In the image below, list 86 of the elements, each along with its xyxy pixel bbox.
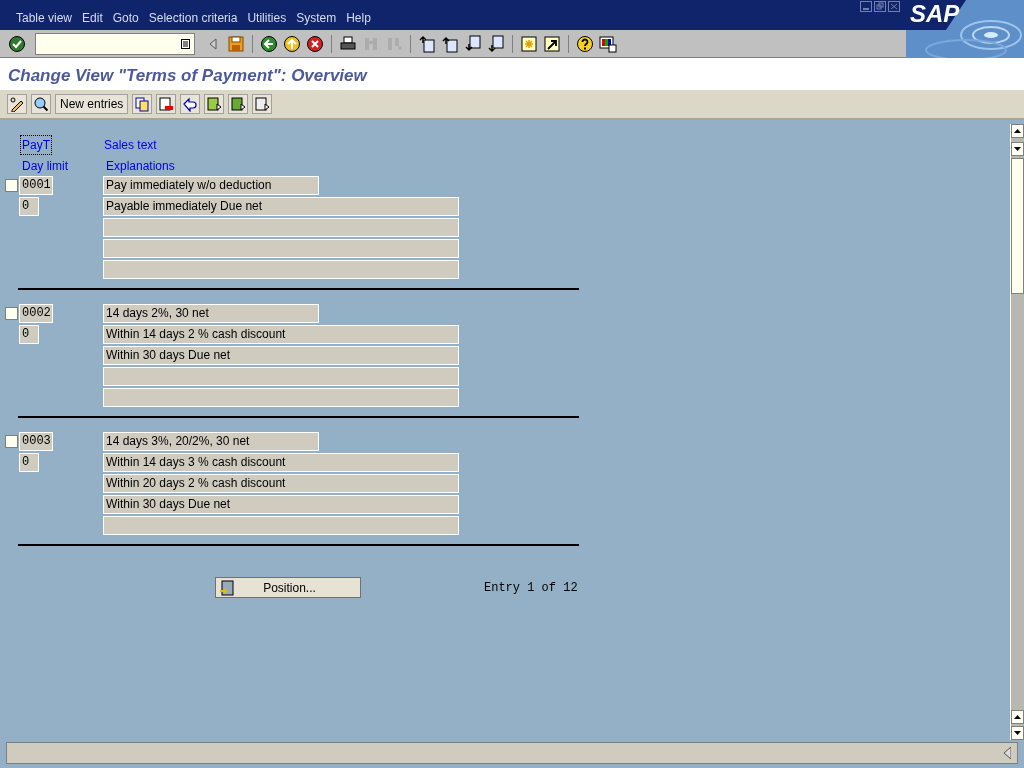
explanation-field[interactable]: Within 14 days 3 % cash discount bbox=[103, 453, 459, 472]
screen-title: Change View "Terms of Payment": Overview bbox=[8, 65, 367, 88]
undo-arrow-icon bbox=[182, 96, 199, 112]
page-up-icon[interactable] bbox=[441, 34, 459, 53]
page-down-icon[interactable] bbox=[464, 34, 482, 53]
cancel-icon[interactable] bbox=[306, 34, 324, 53]
explanation-field[interactable]: Within 20 days 2 % cash discount bbox=[103, 474, 459, 493]
menu-item[interactable]: Edit bbox=[78, 9, 107, 27]
explanation-field[interactable] bbox=[103, 388, 459, 407]
toolbar-button[interactable] bbox=[252, 94, 273, 114]
sales-text-field[interactable]: Pay immediately w/o deduction bbox=[103, 176, 319, 195]
toolbar-button[interactable] bbox=[132, 94, 153, 114]
payment-term-field[interactable]: 0002 bbox=[19, 304, 53, 323]
delete-row-icon bbox=[158, 96, 175, 112]
scroll-down-button[interactable] bbox=[1011, 142, 1024, 156]
payment-term-field[interactable]: 0003 bbox=[19, 432, 53, 451]
explanation-field[interactable]: Payable immediately Due net bbox=[103, 197, 459, 216]
day-limit-field[interactable]: 0 bbox=[19, 197, 39, 216]
day-limit-field[interactable]: 0 bbox=[19, 453, 39, 472]
position-icon bbox=[219, 579, 235, 596]
scroll-thumb[interactable] bbox=[1011, 158, 1024, 294]
column-header[interactable]: Sales text bbox=[104, 135, 157, 154]
up-triangle-icon bbox=[1014, 715, 1021, 719]
logo: SAP bbox=[910, 1, 960, 27]
command-field[interactable] bbox=[35, 32, 195, 55]
row-checkbox[interactable] bbox=[5, 435, 18, 448]
shortcut-icon[interactable] bbox=[543, 34, 561, 53]
sales-text-field[interactable]: 14 days 3%, 20/2%, 30 net bbox=[103, 432, 319, 451]
menu-item[interactable]: Utilities bbox=[243, 9, 291, 27]
explanation-field[interactable] bbox=[103, 367, 459, 386]
menu-item[interactable]: Selection criteria bbox=[144, 9, 242, 27]
pencil-glasses-icon bbox=[9, 96, 25, 112]
down-triangle-icon bbox=[1014, 147, 1021, 151]
menu-item[interactable]: Goto bbox=[108, 9, 143, 27]
dropdown-list-icon[interactable] bbox=[181, 38, 190, 49]
explanation-field[interactable] bbox=[103, 218, 459, 237]
menu-item[interactable]: System bbox=[292, 9, 341, 27]
copy-icon bbox=[134, 96, 151, 112]
scroll-up-button[interactable] bbox=[1011, 710, 1024, 724]
sales-text-field[interactable]: 14 days 2%, 30 net bbox=[103, 304, 319, 323]
scroll-up-button[interactable] bbox=[1011, 124, 1024, 138]
save-icon[interactable] bbox=[227, 34, 245, 53]
row-checkbox[interactable] bbox=[5, 179, 18, 192]
column-header[interactable]: PayT bbox=[20, 134, 52, 155]
page-up-double-icon[interactable] bbox=[418, 34, 436, 53]
up-triangle-icon bbox=[1014, 129, 1021, 133]
deselect-icon bbox=[254, 96, 271, 112]
explanation-field[interactable] bbox=[103, 239, 459, 258]
explanation-field[interactable] bbox=[103, 260, 459, 279]
restore-icon[interactable] bbox=[874, 1, 886, 12]
explanation-field[interactable]: Within 30 days Due net bbox=[103, 346, 459, 365]
menu-item[interactable]: Help bbox=[342, 9, 375, 27]
close-icon[interactable] bbox=[888, 1, 900, 12]
monitor-icon[interactable] bbox=[599, 34, 617, 53]
exit-icon[interactable] bbox=[283, 34, 301, 53]
toolbar-button[interactable] bbox=[204, 94, 225, 114]
column-header[interactable]: Explanations bbox=[106, 156, 175, 175]
print-icon[interactable] bbox=[339, 34, 357, 53]
explanation-field[interactable] bbox=[103, 516, 459, 535]
left-triangle-icon[interactable] bbox=[1004, 747, 1011, 759]
menu-item[interactable]: Table view bbox=[12, 9, 77, 27]
day-limit-field[interactable]: 0 bbox=[19, 325, 39, 344]
select-block-icon bbox=[230, 96, 247, 112]
scroll-down-button[interactable] bbox=[1011, 726, 1024, 740]
row-checkbox[interactable] bbox=[5, 307, 18, 320]
toolbar-button[interactable] bbox=[180, 94, 201, 114]
vertical-scrollbar[interactable] bbox=[1010, 124, 1024, 740]
entry-counter: Entry 1 of 12 bbox=[484, 579, 578, 597]
help-icon[interactable] bbox=[576, 34, 594, 53]
page-down-double-icon[interactable] bbox=[487, 34, 505, 53]
magnifier-icon bbox=[33, 96, 49, 112]
position-button[interactable]: Position... bbox=[215, 577, 361, 598]
explanation-field[interactable]: Within 14 days 2 % cash discount bbox=[103, 325, 459, 344]
toolbar-button[interactable] bbox=[228, 94, 249, 114]
check-icon[interactable] bbox=[8, 34, 26, 53]
new-window-icon[interactable] bbox=[520, 34, 538, 53]
explanation-field[interactable]: Within 30 days Due net bbox=[103, 495, 459, 514]
back-icon[interactable] bbox=[260, 34, 278, 53]
select-all-icon bbox=[206, 96, 223, 112]
payment-term-field[interactable]: 0001 bbox=[19, 176, 53, 195]
down-triangle-icon bbox=[1014, 731, 1021, 735]
new-entries-button[interactable]: New entries bbox=[55, 94, 129, 114]
minimize-icon[interactable] bbox=[860, 1, 872, 12]
toolbar-button[interactable] bbox=[31, 94, 51, 114]
toolbar-button[interactable] bbox=[7, 94, 27, 114]
column-header[interactable]: Day limit bbox=[22, 156, 102, 175]
